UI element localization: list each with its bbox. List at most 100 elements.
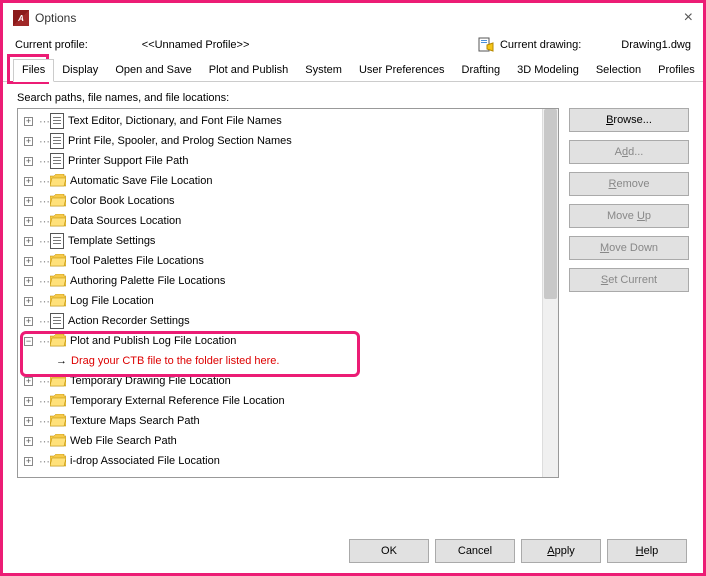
expand-icon[interactable]: +	[24, 157, 33, 166]
tree-item[interactable]: +⋯Data Sources Location	[22, 211, 538, 231]
tree-item[interactable]: +⋯Automatic Save File Location	[22, 171, 538, 191]
cancel-button[interactable]: Cancel	[435, 539, 515, 563]
tab-3d-modeling[interactable]: 3D Modeling	[508, 59, 588, 81]
tree-item-label: Authoring Palette File Locations	[70, 275, 225, 287]
tree-item[interactable]: +⋯Web File Search Path	[22, 431, 538, 451]
expand-icon[interactable]: +	[24, 417, 33, 426]
tab-system[interactable]: System	[296, 59, 351, 81]
expand-icon[interactable]: +	[24, 377, 33, 386]
app-icon: A	[13, 10, 29, 26]
tab-user-prefs[interactable]: User Preferences	[350, 59, 454, 81]
expand-icon[interactable]: +	[24, 257, 33, 266]
tree-child-label: Drag your CTB file to the folder listed …	[71, 355, 279, 367]
collapse-icon[interactable]: −	[24, 337, 33, 346]
apply-button[interactable]: Apply	[521, 539, 601, 563]
current-drawing-label: Current drawing:	[500, 39, 581, 51]
folder-icon	[50, 434, 66, 448]
document-icon	[50, 133, 64, 149]
dwg-icon	[478, 37, 494, 53]
tree-item[interactable]: +⋯Temporary Drawing File Location	[22, 371, 538, 391]
move-down-button[interactable]: Move Down	[569, 236, 689, 260]
expand-icon[interactable]: +	[24, 277, 33, 286]
folder-icon	[50, 194, 66, 208]
options-dialog: A Options × Current profile: <<Unnamed P…	[0, 0, 706, 576]
header-row: Current profile: <<Unnamed Profile>> Cur…	[3, 33, 703, 59]
close-icon[interactable]: ×	[684, 9, 693, 27]
help-button[interactable]: Help	[607, 539, 687, 563]
expand-icon[interactable]: +	[24, 397, 33, 406]
tree-item[interactable]: +⋯Action Recorder Settings	[22, 311, 538, 331]
expand-icon[interactable]: +	[24, 437, 33, 446]
bottom-buttons: OK Cancel Apply Help	[349, 539, 687, 563]
folder-icon	[50, 254, 66, 268]
tree-item[interactable]: +⋯Template Settings	[22, 231, 538, 251]
section-label: Search paths, file names, and file locat…	[17, 92, 689, 104]
tree-item[interactable]: +⋯Log File Location	[22, 291, 538, 311]
tree-item[interactable]: −⋯Plot and Publish Log File Location	[22, 331, 538, 351]
side-buttons: Browse... Add... Remove Move Up Move Dow…	[569, 108, 689, 478]
document-icon	[50, 233, 64, 249]
tree-item-label: Plot and Publish Log File Location	[70, 335, 236, 347]
tree-item[interactable]: +⋯Tool Palettes File Locations	[22, 251, 538, 271]
tree-item-label: Temporary Drawing File Location	[70, 375, 231, 387]
tree-item-label: Printer Support File Path	[68, 155, 188, 167]
expand-icon[interactable]: +	[24, 177, 33, 186]
folder-icon	[50, 454, 66, 468]
expand-icon[interactable]: +	[24, 297, 33, 306]
tree-item[interactable]: +⋯Print File, Spooler, and Prolog Sectio…	[22, 131, 538, 151]
folder-icon	[50, 394, 66, 408]
document-icon	[50, 153, 64, 169]
tree-item[interactable]: +⋯Authoring Palette File Locations	[22, 271, 538, 291]
tab-selection[interactable]: Selection	[587, 59, 650, 81]
tree-item[interactable]: +⋯Text Editor, Dictionary, and Font File…	[22, 111, 538, 131]
add-button[interactable]: Add...	[569, 140, 689, 164]
tabs: Files Display Open and Save Plot and Pub…	[3, 59, 703, 82]
expand-icon[interactable]: +	[24, 317, 33, 326]
tab-profiles[interactable]: Profiles	[649, 59, 704, 81]
tab-display[interactable]: Display	[53, 59, 107, 81]
expand-icon[interactable]: +	[24, 137, 33, 146]
tree-item-label: i-drop Associated File Location	[70, 455, 220, 467]
expand-icon[interactable]: +	[24, 117, 33, 126]
ok-button[interactable]: OK	[349, 539, 429, 563]
tree-item-label: Template Settings	[68, 235, 155, 247]
expand-icon[interactable]: +	[24, 237, 33, 246]
folder-icon	[50, 274, 66, 288]
drawing-name: Drawing1.dwg	[621, 39, 691, 51]
remove-button[interactable]: Remove	[569, 172, 689, 196]
tree-item[interactable]: +⋯Color Book Locations	[22, 191, 538, 211]
move-up-button[interactable]: Move Up	[569, 204, 689, 228]
tree-item-label: Print File, Spooler, and Prolog Section …	[68, 135, 292, 147]
tree-item-label: Log File Location	[70, 295, 154, 307]
scrollbar[interactable]	[542, 109, 558, 477]
tree-item-label: Web File Search Path	[70, 435, 177, 447]
current-profile-label: Current profile:	[15, 39, 88, 51]
profile-name: <<Unnamed Profile>>	[142, 39, 250, 51]
expand-icon[interactable]: +	[24, 457, 33, 466]
tab-open-save[interactable]: Open and Save	[106, 59, 200, 81]
tree-item[interactable]: +⋯Printer Support File Path	[22, 151, 538, 171]
tab-drafting[interactable]: Drafting	[453, 59, 510, 81]
document-icon	[50, 113, 64, 129]
arrow-icon: →	[56, 355, 67, 367]
scrollbar-thumb[interactable]	[544, 109, 557, 299]
tab-files[interactable]: Files	[13, 59, 54, 82]
tree-view[interactable]: +⋯Text Editor, Dictionary, and Font File…	[17, 108, 559, 478]
folder-icon	[50, 294, 66, 308]
tree-item-label: Color Book Locations	[70, 195, 175, 207]
set-current-button[interactable]: Set Current	[569, 268, 689, 292]
tree-item-label: Text Editor, Dictionary, and Font File N…	[68, 115, 282, 127]
tree-item[interactable]: +⋯Temporary External Reference File Loca…	[22, 391, 538, 411]
expand-icon[interactable]: +	[24, 197, 33, 206]
folder-icon	[50, 214, 66, 228]
tree-child-item[interactable]: → Drag your CTB file to the folder listed…	[22, 351, 538, 371]
folder-icon	[50, 174, 66, 188]
folder-icon	[50, 414, 66, 428]
tree-item[interactable]: +⋯Texture Maps Search Path	[22, 411, 538, 431]
document-icon	[50, 313, 64, 329]
folder-icon	[50, 334, 66, 348]
tab-plot-publish[interactable]: Plot and Publish	[200, 59, 298, 81]
browse-button[interactable]: Browse...	[569, 108, 689, 132]
tree-item[interactable]: +⋯i-drop Associated File Location	[22, 451, 538, 471]
expand-icon[interactable]: +	[24, 217, 33, 226]
